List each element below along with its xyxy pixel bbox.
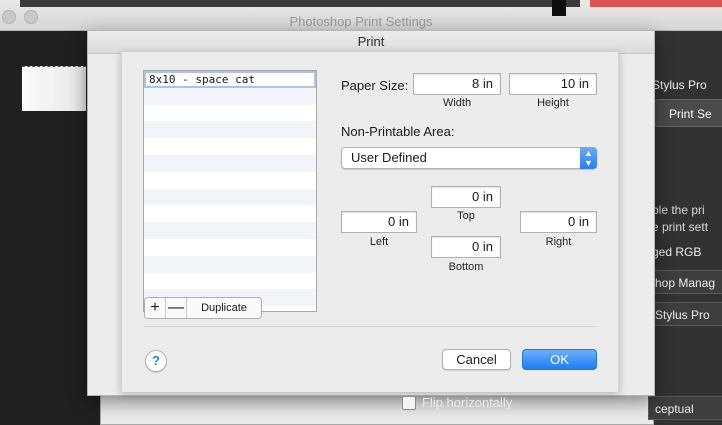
flip-horizontally-checkbox[interactable]: [402, 395, 416, 410]
paper-preview-thumbnail: [22, 66, 86, 111]
bottom-margin-field[interactable]: 0 in: [431, 236, 501, 258]
description-text-line-2: e print sett: [652, 220, 709, 234]
printer-name-label: Stylus Pro: [652, 78, 707, 92]
list-row-empty: [144, 138, 316, 155]
top-strip-accent: [590, 0, 722, 7]
non-printable-area-label: Non-Printable Area:: [341, 124, 455, 139]
paper-size-item[interactable]: 8x10 - space cat: [144, 71, 316, 88]
top-margin-field[interactable]: 0 in: [431, 186, 501, 208]
list-row-empty: [144, 154, 316, 172]
duplicate-button[interactable]: Duplicate: [187, 298, 261, 318]
cancel-button[interactable]: Cancel: [442, 349, 511, 370]
right-label: Right: [545, 236, 572, 248]
left-margin-field[interactable]: 0 in: [341, 211, 417, 233]
list-row-empty: [144, 255, 316, 273]
description-text-line-1: ble the pri: [652, 203, 705, 217]
list-row-empty: [144, 121, 316, 139]
list-row-empty: [144, 239, 316, 256]
list-row-empty: [144, 87, 316, 105]
right-margin-field[interactable]: 0 in: [520, 211, 597, 233]
printer-profile-select[interactable]: Stylus Pro: [648, 302, 722, 326]
non-printable-area-select[interactable]: User Defined ▲ ▼: [341, 147, 597, 169]
width-label: Width: [442, 97, 472, 109]
top-strip-marker: [552, 0, 566, 16]
rendering-intent-select[interactable]: ceptual: [648, 396, 722, 420]
bottom-label: Bottom: [448, 261, 484, 273]
list-row-empty: [144, 105, 316, 122]
help-button[interactable]: ?: [145, 350, 167, 372]
list-row-empty: [144, 172, 316, 189]
color-handling-select[interactable]: hop Manag: [648, 270, 722, 294]
top-label: Top: [457, 210, 475, 222]
list-row-empty: [144, 188, 316, 206]
list-row-empty: [144, 222, 316, 239]
flip-horizontally-option[interactable]: Flip horizontally: [402, 395, 512, 410]
flip-horizontally-label: Flip horizontally: [422, 395, 513, 410]
ok-button[interactable]: OK: [522, 349, 597, 370]
left-label: Left: [369, 236, 389, 248]
non-printable-area-value: User Defined: [351, 150, 427, 165]
footer-divider: [144, 326, 596, 327]
top-strip: [20, 0, 580, 7]
remove-paper-size-button[interactable]: —: [166, 298, 187, 318]
height-label: Height: [537, 97, 569, 109]
print-settings-button[interactable]: Print Se: [654, 99, 722, 127]
paper-height-field[interactable]: 10 in: [509, 73, 597, 95]
add-paper-size-button[interactable]: +: [145, 298, 166, 318]
paper-size-list[interactable]: 8x10 - space cat: [143, 70, 317, 312]
paper-size-label: Paper Size:: [341, 78, 409, 93]
list-row-empty: [144, 273, 316, 290]
photoshop-window-title: Photoshop Print Settings: [289, 14, 433, 29]
print-dialog-title: Print: [88, 31, 654, 54]
list-row-empty: [144, 205, 316, 222]
list-controls: + — Duplicate: [144, 297, 262, 319]
paper-width-field[interactable]: 8 in: [413, 73, 501, 95]
color-space-label: ged RGB: [652, 245, 702, 259]
chevron-up-down-icon: ▲ ▼: [580, 147, 597, 169]
